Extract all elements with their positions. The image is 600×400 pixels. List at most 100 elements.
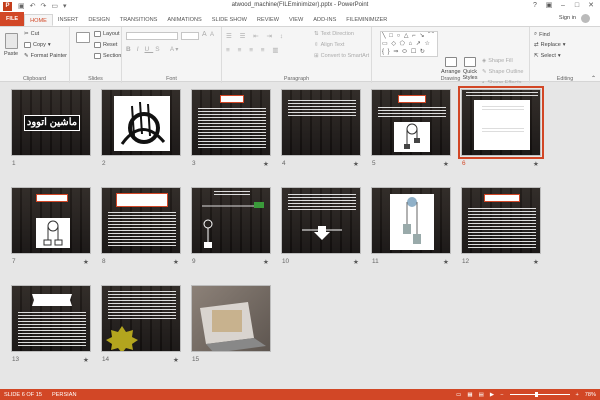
- tab-review[interactable]: REVIEW: [252, 14, 284, 26]
- slide-sorter-view-icon[interactable]: ▦: [467, 392, 472, 398]
- shape-fill-button[interactable]: ◈ Shape Fill: [482, 58, 513, 64]
- align-text-button[interactable]: ⇳ Align Text: [314, 42, 344, 48]
- slide-thumbnail-2[interactable]: [101, 89, 181, 156]
- slide-body-text: [108, 212, 176, 248]
- ribbon-display-icon[interactable]: ▣: [542, 0, 556, 12]
- slide-thumbnail-8[interactable]: [101, 187, 181, 254]
- tab-design[interactable]: DESIGN: [83, 14, 114, 26]
- slide-number: 15: [192, 356, 200, 363]
- tab-slide-show[interactable]: SLIDE SHOW: [207, 14, 252, 26]
- paragraph-group: ☰ ☰ ⇤ ⇥ ↕ ≡ ≡ ≡ ≡ ▥ ⇅ Text Direction ⇳ Ali…: [222, 27, 372, 83]
- reading-view-icon[interactable]: ▤: [479, 392, 484, 398]
- find-button[interactable]: ⌕ Find: [534, 31, 550, 38]
- slide-thumbnail-9[interactable]: [191, 187, 271, 254]
- select-button[interactable]: ⇱ Select ▾: [534, 53, 561, 59]
- zoom-out-icon[interactable]: −: [500, 392, 503, 398]
- slide-thumbnail-4[interactable]: [281, 89, 361, 156]
- tab-insert[interactable]: INSERT: [53, 14, 83, 26]
- replace-button[interactable]: ⇄ Replace ▾: [534, 42, 566, 48]
- start-slideshow-icon[interactable]: ▭: [51, 2, 58, 10]
- font-group-label: Font: [166, 76, 177, 82]
- user-avatar-icon[interactable]: [581, 14, 590, 23]
- font-style-buttons[interactable]: BIUS: [126, 46, 164, 53]
- paste-button[interactable]: Paste: [4, 33, 18, 57]
- quick-styles-button[interactable]: Quick Styles: [460, 57, 480, 81]
- slide-thumbnail-15[interactable]: [191, 285, 271, 352]
- slide-number: 2: [102, 160, 106, 167]
- shape-outline-button[interactable]: ✎ Shape Outline: [482, 69, 523, 75]
- atwood-diagram: [36, 218, 70, 248]
- powerpoint-app-icon[interactable]: P: [3, 1, 12, 11]
- slide-number: 10: [282, 258, 290, 265]
- shrink-font-icon[interactable]: A: [210, 32, 214, 38]
- tab-fileminimizer[interactable]: FILEminimizer: [341, 14, 392, 26]
- slide-thumbnail-1[interactable]: ماشین اتوود: [11, 89, 91, 156]
- section-button[interactable]: Section: [94, 53, 121, 59]
- layout-button[interactable]: Layout: [94, 31, 120, 37]
- text-direction-button[interactable]: ⇅ Text Direction: [314, 31, 354, 37]
- maximize-icon[interactable]: □: [570, 0, 584, 12]
- slide-body-text: [482, 128, 524, 134]
- close-icon[interactable]: ✕: [584, 0, 598, 12]
- sign-in-link[interactable]: Sign in: [559, 15, 576, 21]
- tab-animations[interactable]: ANIMATIONS: [162, 14, 206, 26]
- tab-view[interactable]: VIEW: [284, 14, 308, 26]
- tab-file[interactable]: FILE: [0, 12, 25, 26]
- tab-home[interactable]: HOME: [24, 14, 53, 26]
- slide-number: 9: [192, 258, 196, 265]
- copy-button[interactable]: Copy ▾: [24, 42, 51, 48]
- slide-number: 6: [462, 160, 466, 167]
- minimize-icon[interactable]: –: [556, 0, 570, 12]
- slide-thumbnail-10[interactable]: [281, 187, 361, 254]
- arrange-button[interactable]: Arrange: [441, 57, 461, 75]
- convert-smartart-button[interactable]: ⊞ Convert to SmartArt: [314, 53, 369, 59]
- slide-thumbnail-13[interactable]: [11, 285, 91, 352]
- font-name-box[interactable]: [126, 32, 178, 40]
- slide-number: 4: [282, 160, 286, 167]
- slide-thumbnail-12[interactable]: [461, 187, 541, 254]
- reset-button[interactable]: Reset: [94, 42, 117, 48]
- slide-thumbnail-3[interactable]: [191, 89, 271, 156]
- new-slide-button[interactable]: New Slide: [73, 32, 93, 44]
- animation-star-icon: ★: [83, 357, 89, 364]
- alignment-buttons[interactable]: ≡ ≡ ≡ ≡ ▥: [226, 46, 282, 54]
- fill-bucket-icon: ◈: [482, 58, 487, 64]
- slide-thumbnail-5[interactable]: [371, 89, 451, 156]
- zoom-slider[interactable]: [509, 392, 570, 397]
- slideshow-view-icon[interactable]: ▶: [490, 392, 494, 398]
- customize-qat-icon[interactable]: ▾: [63, 2, 67, 10]
- tab-transitions[interactable]: TRANSITIONS: [115, 14, 163, 26]
- grow-font-icon[interactable]: A: [202, 31, 207, 38]
- slide-thumbnail-11[interactable]: [371, 187, 451, 254]
- tab-add-ins[interactable]: ADD-INS: [308, 14, 341, 26]
- calligraphy-icon: [120, 101, 166, 145]
- cut-button[interactable]: ✂ Cut: [24, 31, 39, 37]
- clipboard-group-label: Clipboard: [22, 76, 47, 82]
- normal-view-icon[interactable]: ▭: [456, 392, 461, 398]
- zoom-level[interactable]: 78%: [585, 392, 596, 398]
- font-color-icon[interactable]: A ▾: [170, 46, 178, 53]
- atwood-apparatus-icon: [403, 197, 421, 244]
- font-size-box[interactable]: [181, 32, 199, 40]
- slide-number: 13: [12, 356, 20, 363]
- format-painter-button[interactable]: ✎ Format Painter: [24, 53, 67, 59]
- slide-body-text: [288, 100, 356, 116]
- quick-styles-icon: [464, 57, 476, 67]
- redo-icon[interactable]: ↷: [41, 2, 47, 10]
- undo-icon[interactable]: ↶: [30, 2, 36, 10]
- shapes-gallery[interactable]: ╲ □ ○ △ ⌐ ↘ ⌒ ▭ ◇ ⬠ ⌂ ↗ ☆{ } ⇒ ⬭ ☐ ↻: [380, 31, 438, 57]
- slide-thumbnail-14[interactable]: [101, 285, 181, 352]
- zoom-slider-thumb[interactable]: [534, 392, 538, 397]
- save-icon[interactable]: ▣: [18, 2, 25, 10]
- slide-thumbnail-6[interactable]: [458, 86, 544, 159]
- slide-thumbnail-7[interactable]: [11, 187, 91, 254]
- help-icon[interactable]: ?: [528, 0, 542, 12]
- language-indicator[interactable]: PERSIAN: [52, 392, 77, 398]
- slide-body-text: [18, 312, 86, 346]
- collapse-ribbon-icon[interactable]: ⌃: [591, 75, 596, 82]
- list-buttons[interactable]: ☰ ☰ ⇤ ⇥ ↕: [226, 32, 286, 40]
- slide-title-text: ماشین اتوود: [24, 115, 80, 131]
- animation-star-icon: ★: [533, 259, 539, 266]
- zoom-in-icon[interactable]: +: [576, 392, 579, 398]
- slide-title-box: [116, 193, 168, 207]
